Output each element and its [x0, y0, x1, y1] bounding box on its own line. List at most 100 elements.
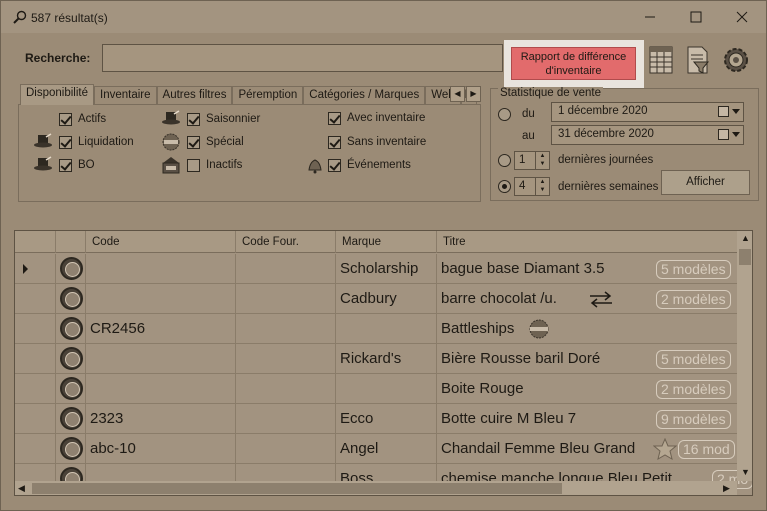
days-label: dernières journées: [558, 154, 654, 166]
du-date-field[interactable]: 1 décembre 2020: [551, 102, 744, 122]
du-radio[interactable]: [498, 108, 511, 121]
code-four-cell: [236, 374, 336, 404]
tab-scroll-right[interactable]: ▶: [466, 86, 481, 102]
scroll-left-icon[interactable]: ◀: [18, 483, 25, 494]
evenements-checkbox[interactable]: [328, 159, 341, 172]
swap-arrows-icon: [590, 291, 612, 308]
row-status-cell: [56, 374, 86, 404]
special-checkbox[interactable]: [187, 136, 200, 149]
au-date-field[interactable]: 31 décembre 2020: [551, 125, 744, 145]
titre-text: Boite Rouge: [441, 380, 524, 397]
sans-inventaire-checkbox[interactable]: [328, 136, 341, 149]
actifs-checkbox[interactable]: [59, 113, 72, 126]
calendar-sheet-icon[interactable]: [647, 45, 675, 75]
bo-checkbox[interactable]: [59, 159, 72, 172]
weeks-radio[interactable]: [498, 180, 511, 193]
fini-sign-icon: [162, 157, 180, 174]
product-disc-icon: [60, 257, 83, 280]
table-row[interactable]: abc-10 Angel Chandail Femme Bleu Grand 16 m…: [15, 434, 737, 464]
models-badge[interactable]: 2 modèles: [656, 290, 731, 309]
table-row[interactable]: CR2456 Battleships: [15, 314, 737, 344]
header-titre[interactable]: Titre: [437, 231, 737, 253]
models-badge[interactable]: 9 modèles: [656, 410, 731, 429]
calendar-icon[interactable]: [718, 129, 729, 140]
title-bar: 587 résultat(s): [1, 1, 766, 33]
row-indicator-cell: [15, 284, 56, 314]
tab-disponibilite[interactable]: Disponibilité: [20, 84, 95, 105]
gear-icon[interactable]: [722, 45, 750, 75]
table-row[interactable]: Boite Rouge 2 modèles: [15, 374, 737, 404]
weeks-stepper-buttons[interactable]: ▲ ▼: [535, 178, 549, 195]
stepper-up-icon[interactable]: ▲: [536, 152, 549, 160]
stepper-down-icon[interactable]: ▼: [536, 160, 549, 168]
header-icon: [56, 231, 86, 253]
vertical-scroll-thumb[interactable]: [739, 249, 751, 265]
maximize-button[interactable]: [673, 1, 719, 33]
product-disc-icon: [60, 347, 83, 370]
tab-peremption[interactable]: Péremption: [232, 86, 304, 105]
chevron-down-icon[interactable]: [732, 109, 740, 114]
code-four-cell: [236, 434, 336, 464]
days-stepper[interactable]: 1 ▲ ▼: [514, 151, 550, 170]
row-status-cell: [56, 404, 86, 434]
rapport-difference-button[interactable]: Rapport de différence d'inventaire: [511, 47, 636, 80]
code-cell: [86, 344, 236, 374]
minimize-button[interactable]: [627, 1, 673, 33]
horizontal-scrollbar[interactable]: ◀ ▶: [15, 481, 737, 495]
header-marque[interactable]: Marque: [336, 231, 437, 253]
table-row[interactable]: 2323 Ecco Botte cuire M Bleu 7 9 modèles: [15, 404, 737, 434]
models-badge[interactable]: 5 modèles: [656, 260, 731, 279]
days-stepper-buttons[interactable]: ▲ ▼: [535, 152, 549, 169]
code-four-cell: [236, 404, 336, 434]
saisonnier-checkbox[interactable]: [187, 113, 200, 126]
scroll-right-icon[interactable]: ▶: [723, 483, 730, 494]
calendar-icon[interactable]: [718, 106, 729, 117]
magic-hat-icon: [34, 133, 52, 148]
vertical-scrollbar[interactable]: ▲ ▼: [737, 231, 752, 481]
header-code-four[interactable]: Code Four.: [236, 231, 336, 253]
models-badge[interactable]: 16 mod: [678, 440, 735, 459]
horizontal-scroll-thumb[interactable]: [32, 483, 562, 494]
row-status-cell: [56, 434, 86, 464]
product-disc-icon: [60, 407, 83, 430]
row-status-cell: [56, 344, 86, 374]
stepper-up-icon[interactable]: ▲: [536, 178, 549, 186]
tab-inventaire[interactable]: Inventaire: [94, 86, 157, 105]
code-cell: abc-10: [86, 434, 236, 464]
document-filter-icon[interactable]: [683, 45, 711, 75]
product-disc-icon: [60, 437, 83, 460]
models-badge[interactable]: 2 modèles: [656, 380, 731, 399]
liquidation-label: Liquidation: [78, 136, 134, 148]
titre-text: Battleships: [441, 320, 515, 337]
liquidation-checkbox[interactable]: [59, 136, 72, 149]
days-value: 1: [519, 154, 526, 166]
table-row[interactable]: Cadbury barre chocolat /u. 2 modèles: [15, 284, 737, 314]
table-row[interactable]: Rickard's Bière Rousse baril Doré 5 modèle…: [15, 344, 737, 374]
tab-autres-filtres[interactable]: Autres filtres: [156, 86, 233, 105]
weeks-stepper[interactable]: 4 ▲ ▼: [514, 177, 550, 196]
product-disc-icon: [60, 287, 83, 310]
row-status-cell: [56, 314, 86, 344]
header-code[interactable]: Code: [86, 231, 236, 253]
tab-scroll-left[interactable]: ◀: [450, 86, 465, 102]
maximize-icon: [690, 11, 702, 23]
bell-icon: [308, 159, 322, 174]
close-button[interactable]: [719, 1, 765, 33]
afficher-button[interactable]: Afficher: [661, 170, 750, 195]
tab-categories-marques[interactable]: Catégories / Marques: [303, 86, 426, 105]
models-badge[interactable]: 5 modèles: [656, 350, 731, 369]
chevron-down-icon[interactable]: [732, 132, 740, 137]
scroll-up-icon[interactable]: ▲: [741, 233, 750, 243]
actifs-label: Actifs: [78, 113, 107, 125]
days-radio[interactable]: [498, 154, 511, 167]
bo-label: BO: [78, 159, 95, 171]
titre-text: barre chocolat /u.: [441, 290, 557, 307]
avec-inventaire-checkbox[interactable]: [328, 112, 341, 125]
stepper-down-icon[interactable]: ▼: [536, 186, 549, 194]
inactifs-checkbox[interactable]: [187, 159, 200, 172]
search-input[interactable]: [102, 44, 503, 72]
magic-hat-icon: [162, 110, 180, 125]
scroll-down-icon[interactable]: ▼: [741, 467, 750, 477]
table-row[interactable]: Scholarship bague base Diamant 3.5 5 modèl…: [15, 254, 737, 284]
code-cell: [86, 284, 236, 314]
